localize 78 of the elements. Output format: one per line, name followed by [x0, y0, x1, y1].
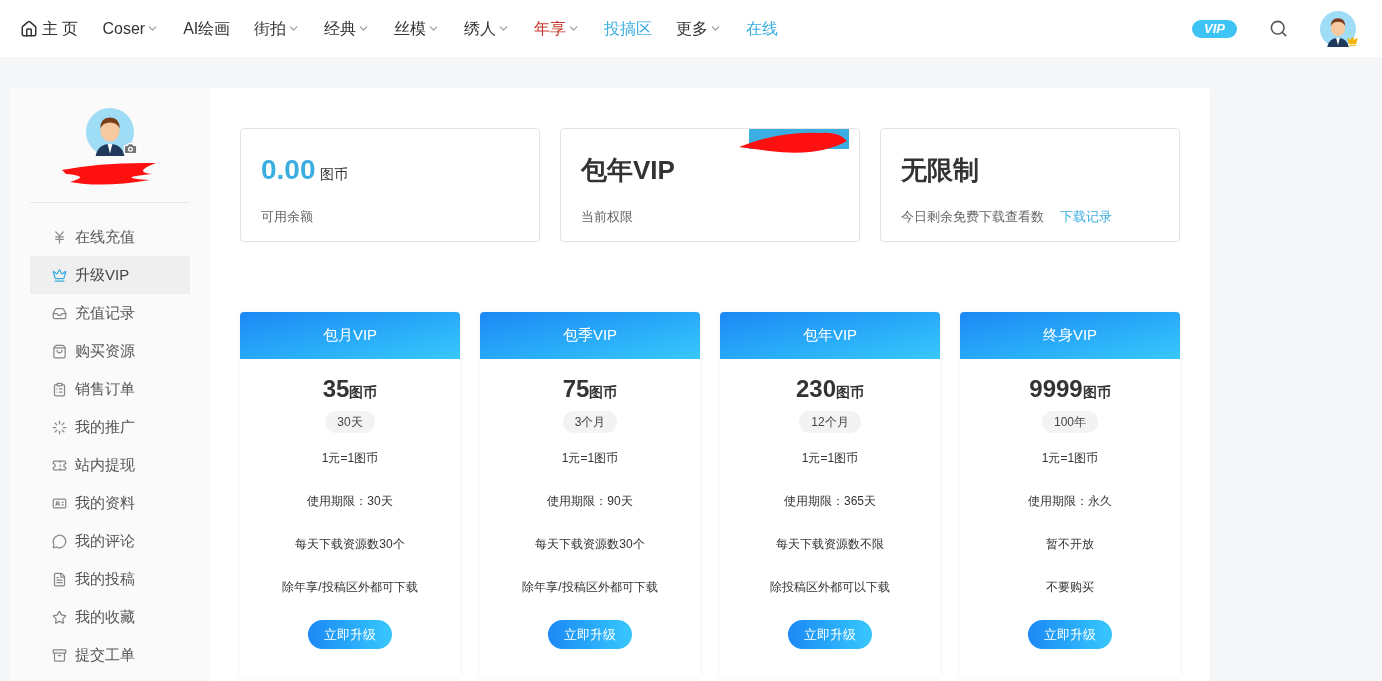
sidebar-item[interactable]: 提交工单 [30, 636, 190, 674]
price-unit: 图币 [589, 384, 618, 402]
price-unit: 图币 [349, 384, 378, 402]
balance-value: 0.00 [261, 153, 316, 187]
nav-item[interactable]: 经典 [324, 16, 371, 41]
profile-avatar [86, 108, 134, 156]
price-unit: 图币 [1082, 384, 1111, 402]
plan-price: 9999 [1029, 374, 1083, 404]
plan-feature: 使用期限：永久 [1028, 493, 1112, 510]
plan-feature: 每天下载资源数30个 [295, 536, 405, 553]
sidebar-item[interactable]: 我的资料 [30, 484, 190, 522]
plan-feature: 使用期限：90天 [547, 493, 633, 510]
sidebar-item[interactable]: 我的推广 [30, 408, 190, 446]
crown-icon [52, 267, 67, 283]
plan-feature: 1元=1图币 [801, 450, 859, 467]
yen-coin-icon [52, 229, 67, 245]
plan-title: 包月VIP [240, 312, 460, 359]
home-icon [20, 19, 38, 38]
plan-feature: 不要购买 [1046, 579, 1094, 596]
nav-item[interactable]: 更多 [676, 16, 723, 41]
clipboard-icon [52, 381, 67, 397]
sidebar-item[interactable]: 在线充值 [30, 218, 190, 256]
nav-item[interactable]: 丝模 [394, 16, 441, 41]
plan-feature: 除投稿区外都可以下载 [770, 579, 890, 596]
current-plan: 包年VIP [581, 155, 675, 185]
sidebar-item[interactable]: 充值记录 [30, 294, 190, 332]
price-unit: 图币 [836, 384, 864, 402]
nav-item[interactable]: AI绘画 [183, 16, 231, 41]
plan-feature: 每天下载资源数不限 [776, 536, 884, 553]
duration-tag: 30天 [325, 411, 375, 433]
chat-bubble-icon [52, 533, 67, 549]
plan-feature: 除年享/投稿区外都可下载 [282, 579, 418, 596]
sidebar-item[interactable]: 购买资源 [30, 332, 190, 370]
nav-item[interactable]: Coser [102, 16, 160, 41]
search-icon[interactable] [1269, 19, 1288, 38]
duration-tag: 3个月 [562, 411, 618, 433]
duration-tag: 12个月 [799, 411, 861, 433]
sidebar-item[interactable]: 我的评论 [30, 522, 190, 560]
plan-price: 230 [795, 374, 836, 404]
stat-caption: 可用余额 [261, 208, 313, 226]
star-icon [52, 609, 67, 625]
duration-tag: 100年 [1042, 411, 1098, 433]
ticket-icon [52, 457, 67, 473]
id-card-icon [52, 495, 67, 511]
stat-caption: 当前权限 [581, 208, 633, 226]
stat-caption: 今日剩余免费下载查看数 [901, 208, 1044, 226]
inbox-icon [52, 305, 67, 321]
plan-price: 75 [562, 374, 590, 404]
plan-title: 终身VIP [960, 312, 1180, 359]
archive-icon [52, 647, 67, 663]
sidebar-item[interactable]: 站内提现 [30, 446, 190, 484]
nav-item[interactable]: 主 页 [20, 16, 79, 41]
plan-feature: 暂不开放 [1046, 536, 1094, 553]
document-icon [52, 571, 67, 587]
user-avatar [1320, 10, 1356, 47]
sidebar-item[interactable]: 升级VIP [30, 256, 190, 294]
camera-icon[interactable] [123, 141, 138, 156]
plan-feature: 1元=1图币 [561, 450, 619, 467]
plan-feature: 1元=1图币 [321, 450, 379, 467]
nav-item[interactable]: 绣人 [464, 16, 511, 41]
dotted-circle-icon [52, 419, 67, 435]
plan-feature: 除年享/投稿区外都可下载 [522, 579, 658, 596]
sidebar-item[interactable]: 销售订单 [30, 370, 190, 408]
plan-title: 包季VIP [480, 312, 700, 359]
plan-price: 35 [322, 374, 350, 404]
nav-item[interactable]: 年享 [534, 16, 581, 41]
sidebar-item[interactable]: 我的收藏 [30, 598, 190, 636]
plan-feature: 1元=1图币 [1041, 450, 1099, 467]
sidebar-item[interactable]: 我的投稿 [30, 560, 190, 598]
balance-unit: 图币 [319, 165, 348, 184]
bag-icon [52, 343, 67, 359]
plan-feature: 使用期限：30天 [307, 493, 393, 510]
plan-feature: 使用期限：365天 [784, 493, 876, 510]
nav-item[interactable]: 街拍 [254, 16, 301, 41]
crown-icon [1347, 35, 1358, 47]
plan-feature: 每天下载资源数30个 [535, 536, 645, 553]
plan-title: 包年VIP [720, 312, 940, 359]
download-quota: 无限制 [901, 155, 979, 185]
